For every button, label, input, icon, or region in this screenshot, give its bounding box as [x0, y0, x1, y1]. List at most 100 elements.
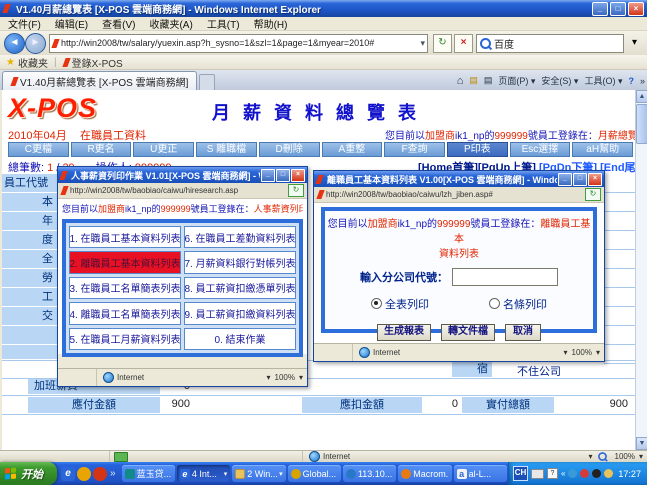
star-icon[interactable]: ★ [6, 57, 15, 68]
search-input[interactable]: 百度 [476, 33, 624, 53]
taskbar-item-113[interactable]: 113.10... [342, 465, 397, 482]
refresh-icon[interactable]: ↻ [585, 188, 601, 201]
btn-f-query[interactable]: F查詢 [384, 142, 445, 157]
btn-a-rebuild[interactable]: A重整 [321, 142, 383, 157]
menu-item-view[interactable]: 查看(V) [102, 16, 135, 31]
menu-item-5-active-salary[interactable]: 5. 在職員工月薪資料列表 [69, 327, 181, 350]
close-button[interactable]: × [588, 172, 602, 186]
security-dropdown-icon[interactable]: ▾ [564, 348, 568, 357]
export-file-button[interactable]: 轉文件檔 [441, 324, 495, 341]
refresh-icon[interactable]: ↻ [288, 184, 304, 197]
print-icon[interactable]: ▤ [484, 75, 493, 86]
minimize-button[interactable]: _ [558, 172, 572, 186]
address-url[interactable]: http://win2008/tw/salary/yuexin.asp?h_sy… [61, 38, 420, 48]
menu-item-2-leave-basic[interactable]: 2. 離職員工基本資料列表 [69, 251, 181, 274]
dialog-print-titlebar[interactable]: 人事薪資列印作業 V1.01[X-POS 雲端商務網] - Win... _ □… [58, 167, 307, 183]
help-icon[interactable]: ? [628, 76, 634, 86]
scroll-up-icon[interactable]: ▲ [636, 90, 647, 103]
dialog-leave-url[interactable]: http://win2008/tw/baobiao/caiwu/lzh_jibe… [326, 190, 585, 199]
help-tray-icon[interactable]: ? [546, 468, 558, 479]
btn-esc-select[interactable]: Esc選擇 [509, 142, 571, 157]
zoom-level[interactable]: 100% [572, 348, 592, 357]
menu-item-7-bank-recon[interactable]: 7. 月薪資料銀行對帳列表 [184, 251, 296, 274]
search-options-icon[interactable]: ▾ [626, 35, 643, 52]
maximize-button[interactable]: □ [573, 172, 587, 186]
favorite-link[interactable]: 登錄X-POS [72, 55, 123, 70]
scroll-thumb[interactable] [636, 104, 647, 144]
taskbar-item-global[interactable]: Global... [287, 465, 341, 482]
btn-r-rename[interactable]: R更名 [70, 142, 132, 157]
tools-menu[interactable]: 工具(O) ▾ [584, 74, 622, 87]
close-button[interactable]: × [628, 1, 644, 16]
feed-icon[interactable]: ▤ [469, 75, 478, 86]
scroll-down-icon[interactable]: ▼ [636, 437, 647, 450]
language-indicator[interactable]: CH [512, 466, 528, 481]
branch-code-input[interactable] [452, 268, 558, 286]
btn-p-print[interactable]: P印表 [446, 142, 508, 157]
taskbar-item-explorer-group[interactable]: 2 Win... ▾ [232, 465, 286, 482]
menu-item-edit[interactable]: 编辑(E) [55, 16, 88, 31]
qq-tray-icon[interactable] [592, 469, 602, 478]
taskbar-item-ie-group[interactable]: e 4 Int... ▾ [176, 465, 231, 482]
dialog-leave-titlebar[interactable]: 離職員工基本資料列表 V1.00[X-POS 雲端商務網] - Windows.… [314, 171, 604, 187]
menu-item-favorites[interactable]: 收藏夹(A) [149, 16, 192, 31]
home-icon[interactable]: ⌂ [457, 75, 464, 87]
dialog-print-url[interactable]: http://win2008/tw/baobiao/caiwu/hiresear… [70, 186, 288, 195]
taskbar-item-lanyudai[interactable]: 蓝玉贷... [121, 465, 175, 482]
address-field[interactable]: http://win2008/tw/salary/yuexin.asp?h_sy… [49, 33, 428, 53]
qq-quicklaunch-icon[interactable] [77, 466, 91, 481]
overflow-icon[interactable]: » [640, 76, 645, 86]
radio-full-table[interactable]: 全表列印 [371, 296, 429, 312]
printer-tray-icon[interactable] [530, 468, 544, 479]
menu-item-0-exit[interactable]: 0. 結束作業 [184, 327, 296, 350]
zoom-dropdown-icon[interactable]: ▾ [596, 348, 600, 357]
maximize-button[interactable]: □ [276, 168, 290, 182]
radio-name-list[interactable]: 名條列印 [489, 296, 547, 312]
tray-icon-yellow[interactable] [604, 469, 614, 478]
maximize-button[interactable]: □ [610, 1, 626, 16]
start-button[interactable]: 开始 [0, 462, 57, 485]
vertical-scrollbar[interactable]: ▲ ▼ [635, 90, 647, 450]
address-dropdown-icon[interactable]: ▾ [420, 38, 425, 49]
btn-h-help[interactable]: aH幫助 [572, 142, 634, 157]
security-dropdown-icon[interactable]: ▾ [589, 452, 593, 461]
generate-report-button[interactable]: 生成報表 [377, 324, 431, 341]
cancel-button[interactable]: 取消 [505, 324, 541, 341]
menu-item-help[interactable]: 帮助(H) [254, 16, 288, 31]
tray-icon-blue[interactable] [568, 469, 578, 478]
menu-item-1-active-basic[interactable]: 1. 在職員工基本資料列表 [69, 226, 181, 249]
btn-c-file[interactable]: C更檔 [8, 142, 69, 157]
app-quicklaunch-icon[interactable] [93, 466, 107, 481]
overflow-icon[interactable]: » [110, 468, 116, 479]
ie-quicklaunch-icon[interactable]: e [61, 466, 75, 481]
favorites-label[interactable]: 收藏夹 [18, 55, 48, 70]
menu-item-4-leave-roster[interactable]: 4. 離職員工名單簡表列表 [69, 302, 181, 325]
overflow-left-icon[interactable]: « [561, 469, 565, 478]
minimize-button[interactable]: _ [261, 168, 275, 182]
radio-unselected-icon[interactable] [489, 298, 500, 309]
btn-u-correct[interactable]: U更正 [133, 142, 195, 157]
zoom-level[interactable]: 100% [275, 373, 295, 382]
zoom-dropdown-icon[interactable]: ▾ [639, 452, 643, 461]
menu-item-3-active-roster[interactable]: 3. 在職員工名單簡表列表 [69, 276, 181, 300]
close-button[interactable]: × [291, 168, 305, 182]
back-button[interactable]: ◄ [4, 32, 25, 54]
menu-item-tools[interactable]: 工具(T) [207, 16, 240, 31]
window-titlebar[interactable]: V1.40月薪總覽表 [X-POS 雲端商務網] - Windows Inter… [0, 0, 647, 17]
zoom-level[interactable]: 100% [615, 452, 635, 461]
zoom-dropdown-icon[interactable]: ▾ [299, 373, 303, 382]
tab-active[interactable]: V1.40月薪總覽表 [X-POS 雲端商務網] [2, 71, 198, 90]
radio-selected-icon[interactable] [371, 298, 382, 309]
safety-menu[interactable]: 安全(S) ▾ [541, 74, 578, 87]
minimize-button[interactable]: _ [592, 1, 608, 16]
stop-button[interactable]: × [454, 33, 473, 53]
menu-item-file[interactable]: 文件(F) [8, 16, 41, 31]
page-menu[interactable]: 页面(P) ▾ [498, 74, 535, 87]
taskbar-item-document[interactable]: a al-L... [453, 465, 507, 482]
taskbar-item-macromedia[interactable]: Macrom... [398, 465, 452, 482]
new-tab-button[interactable] [199, 74, 216, 90]
btn-s-leave-file[interactable]: S 離職檔 [196, 142, 257, 157]
clock[interactable]: 17:27 [618, 469, 641, 479]
menu-item-6-attendance[interactable]: 6. 在職員工差勤資料列表 [184, 226, 296, 249]
menu-item-9-withholding-data[interactable]: 9. 員工薪資扣繳資料列表 [184, 302, 296, 325]
